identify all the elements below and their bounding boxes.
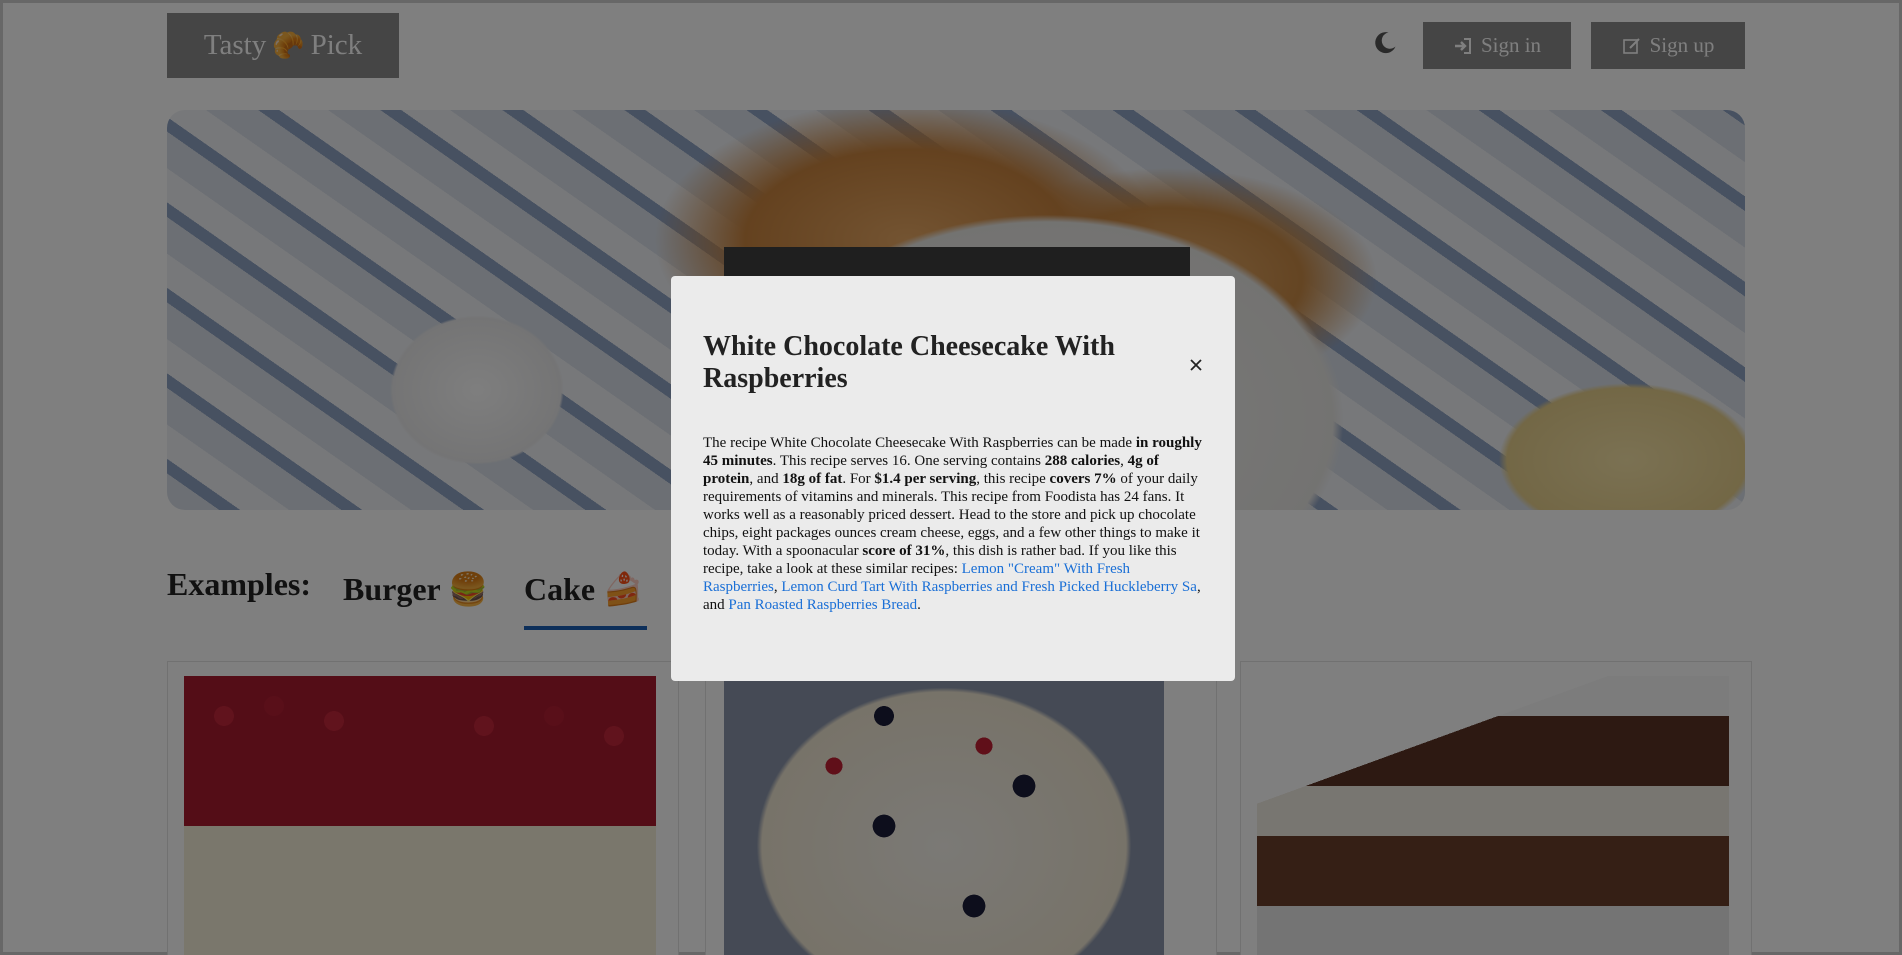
- fat: 18g of fat: [782, 471, 843, 487]
- recipe-modal: White Chocolate Cheesecake With Raspberr…: [671, 276, 1235, 681]
- calories: 288 calories: [1044, 453, 1121, 469]
- daily-coverage: covers 7%: [1049, 471, 1117, 487]
- similar-recipe-link[interactable]: Pan Roasted Raspberries Bread: [728, 597, 917, 613]
- modal-title: White Chocolate Cheesecake With Raspberr…: [703, 331, 1115, 394]
- spoonacular-score: score of 31%: [862, 543, 946, 559]
- close-icon[interactable]: [1187, 356, 1205, 374]
- similar-recipe-link[interactable]: Lemon Curd Tart With Raspberries and Fre…: [781, 579, 1197, 595]
- modal-description: The recipe White Chocolate Cheesecake Wi…: [703, 435, 1202, 613]
- price-per-serving: $1.4 per serving: [874, 471, 977, 487]
